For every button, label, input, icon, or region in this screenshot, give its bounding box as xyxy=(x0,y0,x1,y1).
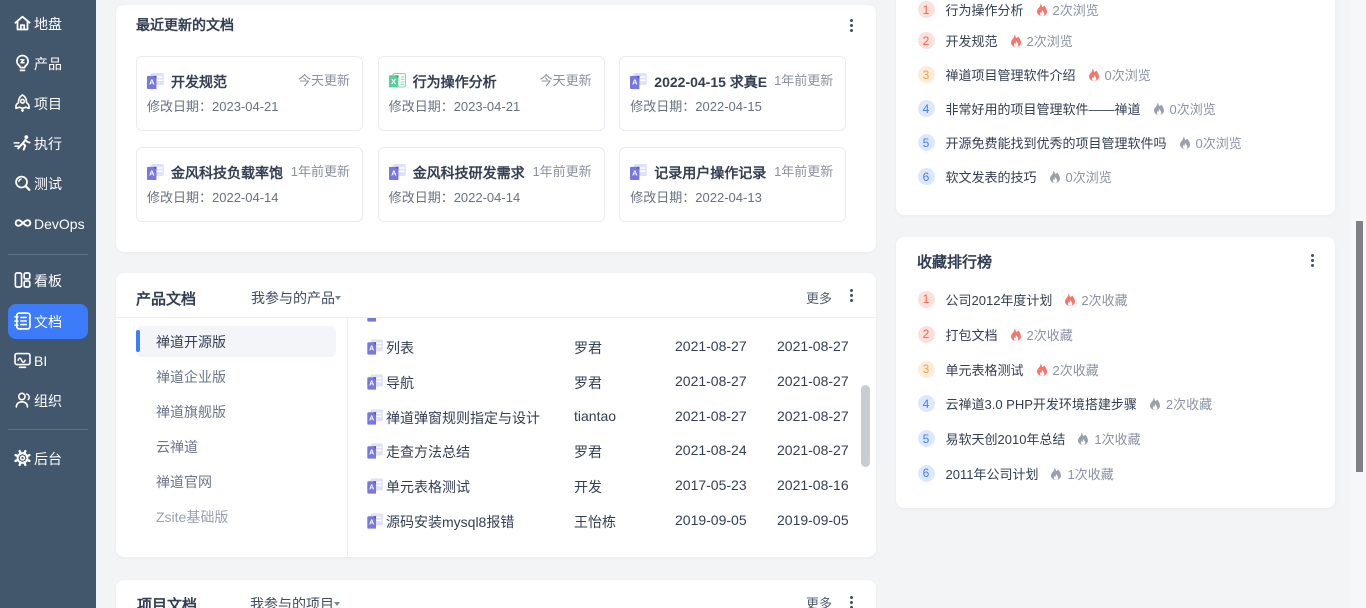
svg-text:A: A xyxy=(369,415,374,422)
svg-text:A: A xyxy=(632,169,638,178)
svg-text:A: A xyxy=(369,519,374,526)
svg-text:A: A xyxy=(369,318,374,320)
svg-text:A: A xyxy=(149,169,155,178)
svg-text:A: A xyxy=(149,78,155,87)
svg-text:A: A xyxy=(369,380,374,387)
svg-text:A: A xyxy=(369,484,374,491)
svg-text:A: A xyxy=(369,450,374,457)
svg-text:X: X xyxy=(391,77,396,86)
svg-text:A: A xyxy=(369,346,374,353)
svg-text:A: A xyxy=(632,78,638,87)
svg-text:A: A xyxy=(391,169,397,178)
